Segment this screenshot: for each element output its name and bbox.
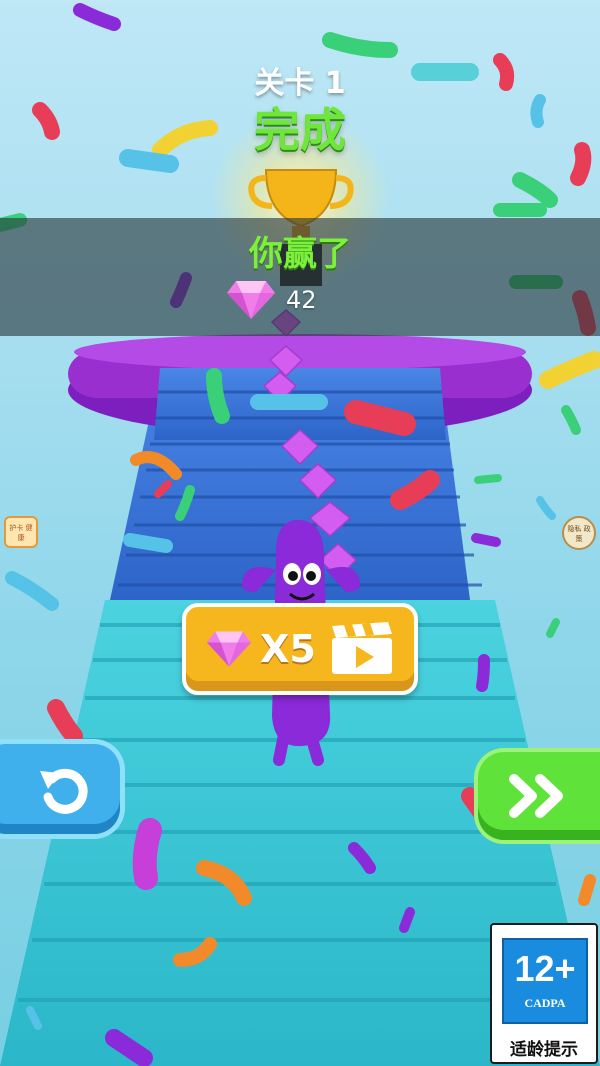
age-rating-note: 适龄提示 [510,1040,578,1060]
restart-arrow-icon [40,768,88,814]
double-chevron-right-icon [509,774,563,818]
pink-gem-icon [207,631,252,667]
age-rating-number: 12+ [514,948,576,989]
age-rating-panel: 12+ CADPA [502,938,588,1024]
privacy-policy-badge[interactable]: 隐私 政策 [562,516,596,550]
gem-counter: 42 [226,278,317,322]
age-rating-org: CADPA [524,996,566,1010]
reward-multiplier-button[interactable]: X5 [182,603,418,695]
win-message: 你赢了 [249,234,351,274]
purple-platform [68,334,532,440]
gem-count: 42 [286,286,317,314]
health-notice-badge[interactable]: 护卡 健康 [4,516,38,548]
pink-gem-icon [227,281,275,319]
multiplier-label: X5 [260,627,316,671]
clapperboard-icon [331,622,392,674]
restart-button[interactable] [0,744,120,834]
next-level-button[interactable] [478,752,600,840]
age-rating-badge: 12+ CADPA 适龄提示 [490,923,598,1064]
level-complete-text: 完成 [254,103,346,157]
